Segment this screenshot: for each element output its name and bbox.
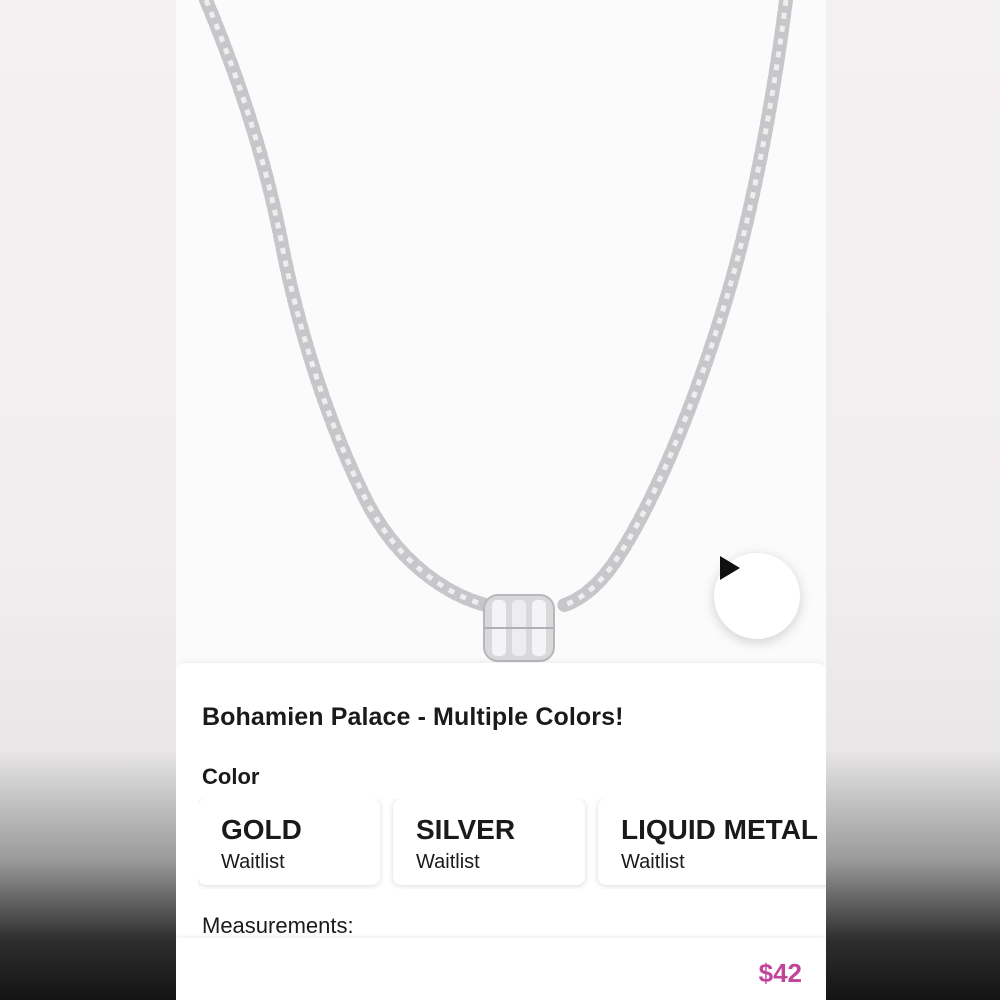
price: $42 xyxy=(758,958,802,988)
color-option-liquid-metal[interactable]: LIQUID METAL Waitlist xyxy=(598,799,826,885)
bottom-bar: $42 xyxy=(176,938,826,1000)
option-name: GOLD xyxy=(221,814,302,845)
backdrop-right xyxy=(826,0,1000,1000)
color-options: GOLD Waitlist SILVER Waitlist LIQUID MET… xyxy=(198,799,826,889)
color-option-gold[interactable]: GOLD Waitlist xyxy=(198,799,380,885)
measurements-label: Measurements: xyxy=(202,913,354,938)
color-option-silver[interactable]: SILVER Waitlist xyxy=(393,799,585,885)
play-icon xyxy=(720,556,740,580)
color-label: Color xyxy=(202,764,260,789)
pendant xyxy=(483,594,555,662)
option-status: Waitlist xyxy=(416,851,480,873)
product-title: Bohamien Palace - Multiple Colors! xyxy=(202,703,624,731)
option-status: Waitlist xyxy=(221,851,285,873)
product-image[interactable] xyxy=(176,0,826,665)
product-screen: Bohamien Palace - Multiple Colors! Color… xyxy=(176,0,826,1000)
option-status: Waitlist xyxy=(621,851,685,873)
option-name: SILVER xyxy=(416,814,516,845)
backdrop-left xyxy=(0,0,176,1000)
play-video-button[interactable] xyxy=(714,553,800,639)
option-name: LIQUID METAL xyxy=(621,814,819,845)
